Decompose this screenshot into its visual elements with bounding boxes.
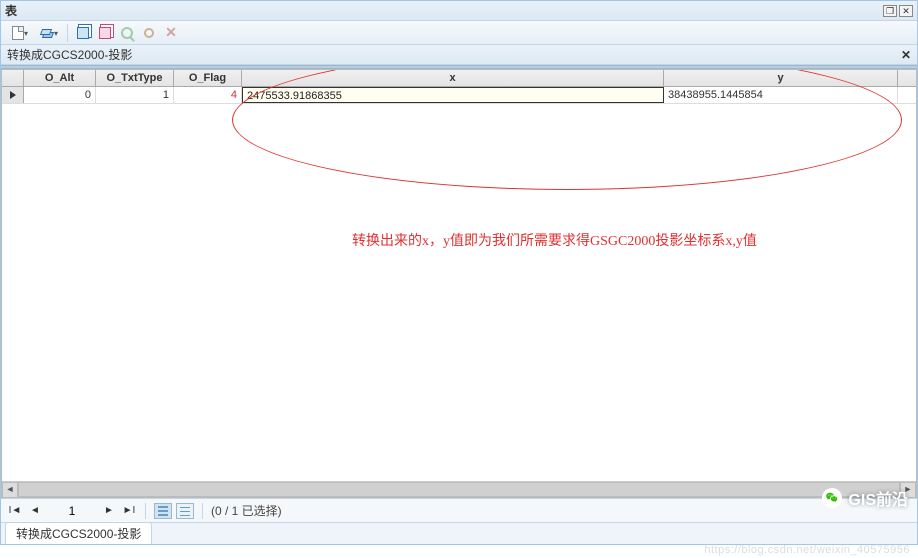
grid-icon (158, 506, 168, 516)
view-selected-toggle[interactable] (176, 503, 194, 519)
col-header[interactable]: x (242, 70, 664, 86)
window-title: 表 (5, 2, 17, 19)
cell-o-txttype[interactable]: 1 (96, 87, 174, 103)
table-area: O_Alt O_TxtType O_Flag x y 0 1 4 2475533… (1, 69, 917, 498)
copy2-button[interactable] (96, 24, 114, 42)
nav-prev-icon[interactable]: ◄ (27, 503, 43, 519)
watermark-url: https://blog.csdn.net/weixin_40575956 (704, 544, 910, 556)
bottom-tab[interactable]: 转换成CGCS2000-投影 (5, 522, 152, 544)
table-empty-space (2, 104, 916, 481)
scroll-thumb[interactable] (18, 482, 900, 497)
col-header[interactable]: O_Alt (24, 70, 96, 86)
cell-o-alt[interactable]: 0 (24, 87, 96, 103)
view-all-toggle[interactable] (154, 503, 172, 519)
nav-first-icon[interactable]: I◄ (7, 503, 23, 519)
target-button[interactable] (140, 24, 158, 42)
cell-y[interactable]: 38438955.1445854 (664, 87, 898, 103)
window-controls: ❐ ✕ (883, 5, 913, 17)
tabstrip: 转换成CGCS2000-投影 ✕ (1, 45, 917, 65)
table-header: O_Alt O_TxtType O_Flag x y (2, 70, 916, 87)
row-marker (2, 87, 24, 103)
col-header[interactable]: y (664, 70, 898, 86)
selection-status: (0 / 1 已选择) (211, 502, 282, 519)
record-navigator: I◄ ◄ ► ►I (0 / 1 已选择) (1, 498, 917, 522)
delete-button[interactable]: ✕ (162, 24, 180, 42)
layers-dropdown[interactable] (35, 24, 61, 42)
copy-icon (77, 27, 89, 39)
nav-last-icon[interactable]: ►I (121, 503, 137, 519)
nav-separator (145, 503, 146, 519)
cell-x[interactable]: 2475533.91868355 (242, 87, 664, 103)
nav-next-icon[interactable]: ► (101, 503, 117, 519)
row-header-col (2, 70, 24, 86)
doc-icon (12, 26, 24, 40)
pin-icon (144, 28, 154, 38)
x-icon: ✕ (165, 24, 177, 41)
close-icon[interactable]: ✕ (899, 5, 913, 17)
table-row[interactable]: 0 1 4 2475533.91868355 38438955.1445854 (2, 87, 916, 104)
list-icon (180, 506, 190, 516)
toolbar-separator (67, 24, 68, 42)
nav-separator (202, 503, 203, 519)
find-button[interactable] (118, 24, 136, 42)
col-header[interactable]: O_TxtType (96, 70, 174, 86)
toolbar: ✕ (1, 21, 917, 45)
horizontal-scrollbar[interactable]: ◄ ► (2, 481, 916, 497)
restore-icon[interactable]: ❐ (883, 5, 897, 17)
titlebar: 表 ❐ ✕ (1, 1, 917, 21)
new-doc-dropdown[interactable] (5, 24, 31, 42)
search-icon (121, 27, 133, 39)
col-header[interactable]: O_Flag (174, 70, 242, 86)
window: 表 ❐ ✕ ✕ 转换成CGCS2000-投影 ✕ O_Alt O_TxtType… (0, 0, 918, 545)
scroll-right-icon[interactable]: ► (900, 482, 916, 498)
copy-icon (99, 27, 111, 39)
layers-icon (41, 27, 55, 39)
copy-button[interactable] (74, 24, 92, 42)
cell-o-flag[interactable]: 4 (174, 87, 242, 103)
nav-page-input[interactable] (47, 504, 97, 518)
current-row-icon (10, 91, 16, 99)
tab-close-icon[interactable]: ✕ (901, 48, 911, 62)
tab-label: 转换成CGCS2000-投影 (7, 46, 132, 63)
bottom-tabstrip: 转换成CGCS2000-投影 (1, 522, 917, 544)
scroll-left-icon[interactable]: ◄ (2, 482, 18, 498)
